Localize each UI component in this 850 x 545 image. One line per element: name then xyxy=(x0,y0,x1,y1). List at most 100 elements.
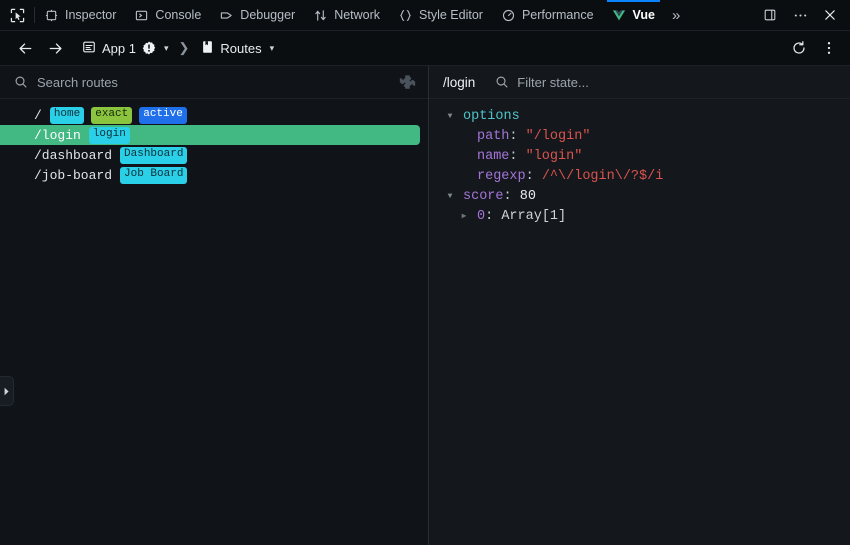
chevron-right-icon[interactable]: ▶ xyxy=(457,207,471,227)
view-selector-caret-icon: ▾ xyxy=(270,43,275,54)
route-row[interactable]: /job-board Job Board xyxy=(0,165,420,185)
network-icon xyxy=(313,8,328,23)
tree-row[interactable]: regexp: /^\/login\/?$/i xyxy=(429,167,850,187)
close-icon xyxy=(823,8,837,22)
tab-vue[interactable]: Vue xyxy=(603,0,664,30)
tree-key: path xyxy=(477,127,509,147)
tab-performance[interactable]: Performance xyxy=(492,0,603,30)
route-badges: Job Board xyxy=(120,167,187,184)
dock-panel-icon xyxy=(763,8,777,22)
tree-value: /^\/login\/?$/i xyxy=(542,167,664,187)
devtools-tab-list: Inspector Console Debugger xyxy=(35,0,756,30)
refresh-icon xyxy=(791,40,807,56)
route-badges: Dashboard xyxy=(120,147,187,164)
status-badge: home xyxy=(50,107,84,124)
route-path-label: /dashboard xyxy=(34,148,112,163)
route-row[interactable]: /dashboard Dashboard xyxy=(0,145,420,165)
expand-left-panel-handle[interactable] xyxy=(0,376,14,406)
tree-value: "/login" xyxy=(526,127,591,147)
tree-colon: : xyxy=(509,127,525,147)
route-badges: homeexactactive xyxy=(50,107,187,124)
refresh-button[interactable] xyxy=(784,34,814,62)
warning-badge-icon xyxy=(142,41,156,55)
tab-label: Performance xyxy=(522,8,594,22)
filter-state-wrapper xyxy=(495,75,838,90)
tree-row[interactable]: name: "login" xyxy=(429,147,850,167)
search-icon xyxy=(14,75,28,89)
view-selector-routes[interactable]: Routes ▾ xyxy=(197,40,278,57)
route-row[interactable]: / homeexactactive xyxy=(0,105,420,125)
element-picker-icon xyxy=(10,8,25,23)
state-header-bar: /login xyxy=(429,66,850,99)
dock-panel-button[interactable] xyxy=(756,0,784,31)
tree-key: 0 xyxy=(477,207,485,227)
more-options-button[interactable] xyxy=(786,0,814,31)
route-path-label: /login xyxy=(34,128,81,143)
routes-search-bar xyxy=(0,66,428,99)
tree-row[interactable]: ▼score: 80 xyxy=(429,187,850,207)
devtools-tabbar: Inspector Console Debugger xyxy=(0,0,850,31)
tree-colon: : xyxy=(485,207,501,227)
view-name-label: Routes xyxy=(220,41,261,56)
tab-network[interactable]: Network xyxy=(304,0,389,30)
state-tree[interactable]: ▼optionspath: "/login"name: "login"regex… xyxy=(429,99,850,545)
app-name-label: App 1 xyxy=(102,41,136,56)
console-icon xyxy=(134,8,149,23)
tab-label: Style Editor xyxy=(419,8,483,22)
expand-panel-icon xyxy=(3,387,10,396)
close-devtools-button[interactable] xyxy=(816,0,844,31)
chevron-down-icon[interactable]: ▼ xyxy=(443,107,457,127)
tree-key: score xyxy=(463,187,504,207)
element-picker-button[interactable] xyxy=(0,0,34,30)
state-pane: /login ▼optionspath: "/login"name: "logi… xyxy=(429,66,850,545)
tree-key: name xyxy=(477,147,509,167)
tab-label: Console xyxy=(155,8,201,22)
tab-label: Network xyxy=(334,8,380,22)
search-routes-input[interactable] xyxy=(37,75,389,90)
tree-value: Array[1] xyxy=(501,207,566,227)
app-selector[interactable]: App 1 ▾ xyxy=(78,40,173,57)
devtools-window-controls xyxy=(756,0,850,30)
breadcrumb-separator: ❯ xyxy=(179,40,190,56)
tree-row[interactable]: path: "/login" xyxy=(429,127,850,147)
chevron-down-icon[interactable]: ▼ xyxy=(443,187,457,207)
back-button[interactable] xyxy=(10,34,40,62)
status-badge: Job Board xyxy=(120,167,187,184)
style-editor-icon xyxy=(398,8,413,23)
filter-state-input[interactable] xyxy=(517,75,838,90)
tab-style-editor[interactable]: Style Editor xyxy=(389,0,492,30)
toolbar-menu-button[interactable] xyxy=(814,34,844,62)
tree-colon: : xyxy=(526,167,542,187)
arrow-left-icon xyxy=(17,40,34,57)
vue-logo-icon xyxy=(612,8,627,23)
arrow-right-icon xyxy=(47,40,64,57)
route-path-label: / xyxy=(34,108,42,123)
tree-row[interactable]: ▶ 0: Array[1] xyxy=(429,207,850,227)
app-selector-caret-icon: ▾ xyxy=(164,43,169,54)
routes-list[interactable]: / homeexactactive/loginlogin/dashboard Das… xyxy=(0,99,428,545)
performance-icon xyxy=(501,8,516,23)
route-path-label: /job-board xyxy=(34,168,112,183)
tree-group-row[interactable]: ▼options xyxy=(429,107,850,127)
routes-pane: / homeexactactive/loginlogin/dashboard Das… xyxy=(0,66,429,545)
tab-inspector[interactable]: Inspector xyxy=(35,0,125,30)
puzzle-piece-icon[interactable] xyxy=(398,73,416,91)
search-icon xyxy=(495,75,509,89)
tab-overflow-button[interactable]: » xyxy=(664,0,688,30)
tab-label: Inspector xyxy=(65,8,116,22)
forward-button[interactable] xyxy=(40,34,70,62)
state-title: /login xyxy=(443,75,475,90)
tab-console[interactable]: Console xyxy=(125,0,210,30)
app-window-icon xyxy=(82,40,96,57)
route-row[interactable]: /loginlogin xyxy=(0,125,420,145)
vue-devtools-toolbar: App 1 ▾ ❯ Routes ▾ xyxy=(0,31,850,66)
tree-colon: : xyxy=(509,147,525,167)
tab-label: Vue xyxy=(633,8,655,22)
tab-debugger[interactable]: Debugger xyxy=(210,0,304,30)
vertical-dots-icon xyxy=(821,40,837,56)
status-badge: active xyxy=(139,107,187,124)
tree-value: "login" xyxy=(526,147,583,167)
more-options-icon xyxy=(793,8,808,23)
tree-value: 80 xyxy=(520,187,536,207)
inspector-icon xyxy=(44,8,59,23)
